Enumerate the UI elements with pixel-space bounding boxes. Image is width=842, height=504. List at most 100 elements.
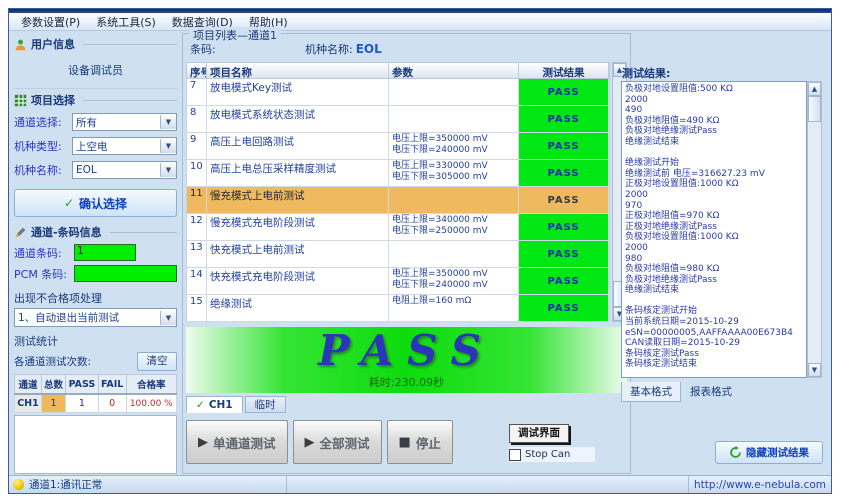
dropdown-arrow-icon[interactable]: ▼ <box>160 163 176 177</box>
format-tabs: 基本格式 报表格式 <box>621 382 740 402</box>
log-scrollbar[interactable]: ▲ ▼ <box>807 81 822 378</box>
menu-bar: 参数设置(P) 系统工具(S) 数据查询(D) 帮助(H) <box>9 13 831 31</box>
model-type-dropdown[interactable]: 上空电 ▼ <box>72 137 177 155</box>
stop-can-checkbox[interactable] <box>509 449 521 461</box>
project-select-group-title: 项目选择 <box>14 92 177 108</box>
stats-title: 测试统计 <box>14 333 177 349</box>
fail-handling-dropdown[interactable]: 1、自动退出当前测试 ▼ <box>14 308 177 327</box>
confirm-selection-button[interactable]: ✓ 确认选择 <box>14 189 177 217</box>
menu-item-system-tools[interactable]: 系统工具(S) <box>88 13 164 31</box>
status-bar: 通道1:通讯正常 http://www.e-nebula.com <box>9 475 831 493</box>
stats-header-pass: PASS <box>66 375 99 395</box>
clear-button[interactable]: 清空 <box>137 352 177 371</box>
table-row[interactable]: 8 放电模式系统状态测试 PASS <box>186 106 610 133</box>
tab-temp[interactable]: 临时 <box>245 396 286 413</box>
all-test-button[interactable]: ▶ 全部测试 <box>293 420 382 464</box>
user-icon <box>14 38 27 51</box>
channel-select-label: 通道选择: <box>14 114 72 130</box>
stats-caption: 各通道测试次数: <box>14 354 91 369</box>
stats-fail-cell: 0 <box>98 394 126 413</box>
channel-select-row: 通道选择: 所有 ▼ <box>14 113 177 131</box>
main-info-row: 条码: 机种名称:EOL <box>190 41 608 55</box>
content-area: 用户信息 设备调试员 项目选择 通道选择: 所有 ▼ 机种类型: 上空电 ▼ <box>12 33 828 474</box>
stats-header-row: 通道 总数 PASS FAIL 合格率 <box>15 375 177 395</box>
channel-barcode-label: 通道条码: <box>14 245 74 261</box>
stats-caption-row: 各通道测试次数: 清空 <box>14 352 177 371</box>
tab-basic-format[interactable]: 基本格式 <box>621 382 681 402</box>
table-row[interactable]: 9 高压上电回路测试 电压上限=350000 mV 电压下限=240000 mV… <box>186 133 610 160</box>
model-name-label: 机种名称: <box>14 162 72 178</box>
channel-barcode-row: 通道条码: 1 <box>14 244 177 261</box>
menu-item-parameter-settings[interactable]: 参数设置(P) <box>13 13 88 31</box>
model-type-row: 机种类型: 上空电 ▼ <box>14 137 177 155</box>
stats-pass-cell: 1 <box>66 394 99 413</box>
play-icon: ▶ <box>305 435 315 450</box>
pcm-barcode-row: PCM 条码: <box>14 265 177 282</box>
barcode-label: 条码: <box>190 43 216 56</box>
result-badge: PASS <box>519 160 609 187</box>
channel-select-dropdown[interactable]: 所有 ▼ <box>72 113 177 131</box>
project-grid-icon <box>14 94 27 107</box>
test-control-buttons: ▶ 单通道测试 ▶ 全部测试 ■ 停止 <box>186 420 453 464</box>
table-row[interactable]: 7 放电模式Key测试 PASS <box>186 79 610 106</box>
stats-header-total: 总数 <box>41 375 65 395</box>
pen-icon <box>14 226 27 239</box>
status-channel-text: 通道1:通讯正常 <box>29 477 102 492</box>
channel-barcode-input[interactable]: 1 <box>74 244 136 261</box>
test-items-header: 序号 项目名称 参数 测试结果 <box>186 62 610 79</box>
table-row[interactable]: 10 高压上电总压采样精度测试 电压上限=330000 mV 电压下限=3050… <box>186 160 610 187</box>
table-row[interactable]: 14 快充模式充电阶段测试 电压上限=350000 mV 电压下限=240000… <box>186 268 610 295</box>
stats-channel-cell: CH1 <box>15 394 42 413</box>
result-badge: PASS <box>519 187 609 214</box>
test-result-log[interactable]: 负极对地设置阻值:500 KΩ 2000 490 负极对地阻值=490 KΩ 负… <box>621 81 807 378</box>
status-channel-section: 通道1:通讯正常 <box>9 476 287 493</box>
scroll-up-icon[interactable]: ▲ <box>808 82 821 96</box>
stop-can-label: Stop Can <box>525 449 570 460</box>
status-ball-icon <box>13 479 24 490</box>
scroll-down-icon[interactable]: ▼ <box>808 363 821 377</box>
elapsed-time: 耗时:230.09秒 <box>186 374 627 390</box>
result-badge: PASS <box>519 268 609 295</box>
dropdown-arrow-icon[interactable]: ▼ <box>160 311 176 325</box>
table-row-selected[interactable]: 11 慢充模式上电前测试 PASS <box>186 187 610 214</box>
user-name: 设备调试员 <box>14 54 177 89</box>
stop-button[interactable]: ■ 停止 <box>387 420 453 464</box>
pass-banner: PASS 耗时:230.09秒 <box>186 327 627 393</box>
result-badge: PASS <box>519 295 609 322</box>
single-channel-test-button[interactable]: ▶ 单通道测试 <box>186 420 288 464</box>
pass-result-text: PASS <box>186 328 627 374</box>
table-row[interactable]: 12 慢充模式充电阶段测试 电压上限=340000 mV 电压下限=250000… <box>186 214 610 241</box>
stats-header-channel: 通道 <box>15 375 42 395</box>
tab-ch1[interactable]: ✓ CH1 <box>186 396 243 413</box>
debug-panel-button[interactable]: 调试界面 <box>509 424 569 443</box>
table-row[interactable]: 15 绝缘测试 电阻上限=160 mΩ PASS <box>186 295 610 322</box>
test-items-table: 序号 项目名称 参数 测试结果 7 放电模式Key测试 PASS 8 放电模式系… <box>186 62 610 322</box>
stats-header-rate: 合格率 <box>126 375 176 395</box>
col-header-no: 序号 <box>187 63 207 78</box>
table-row[interactable]: 13 快充模式上电前测试 PASS <box>186 241 610 268</box>
dropdown-arrow-icon[interactable]: ▼ <box>160 139 176 153</box>
result-badge: PASS <box>519 241 609 268</box>
stats-header-fail: FAIL <box>98 375 126 395</box>
result-badge: PASS <box>519 106 609 133</box>
stop-can-checkbox-row[interactable]: Stop Can <box>509 447 595 462</box>
refresh-icon <box>729 446 742 459</box>
col-header-params: 参数 <box>389 63 519 78</box>
model-name-display: 机种名称:EOL <box>305 41 382 57</box>
model-name-row: 机种名称: EOL ▼ <box>14 161 177 179</box>
user-info-group-title: 用户信息 <box>14 36 177 52</box>
scrollbar-thumb[interactable] <box>808 96 821 122</box>
hide-results-button[interactable]: 隐藏测试结果 <box>715 441 823 464</box>
result-panel-title: 测试结果: <box>622 65 670 81</box>
model-name-dropdown[interactable]: EOL ▼ <box>72 161 177 179</box>
dropdown-arrow-icon[interactable]: ▼ <box>160 115 176 129</box>
stats-row-ch1[interactable]: CH1 1 1 0 100.00 % <box>15 394 177 413</box>
tab-report-format[interactable]: 报表格式 <box>682 382 740 402</box>
channel-stats-table: 通道 总数 PASS FAIL 合格率 CH1 1 1 0 100.00 % <box>14 374 177 413</box>
col-header-name: 项目名称 <box>207 63 389 78</box>
pcm-barcode-input[interactable] <box>74 265 177 282</box>
stop-icon: ■ <box>399 435 411 450</box>
status-url: http://www.e-nebula.com <box>689 479 831 491</box>
col-header-result: 测试结果 <box>519 63 609 78</box>
result-panel: 测试结果: 负极对地设置阻值:500 KΩ 2000 490 负极对地阻值=49… <box>618 33 826 474</box>
